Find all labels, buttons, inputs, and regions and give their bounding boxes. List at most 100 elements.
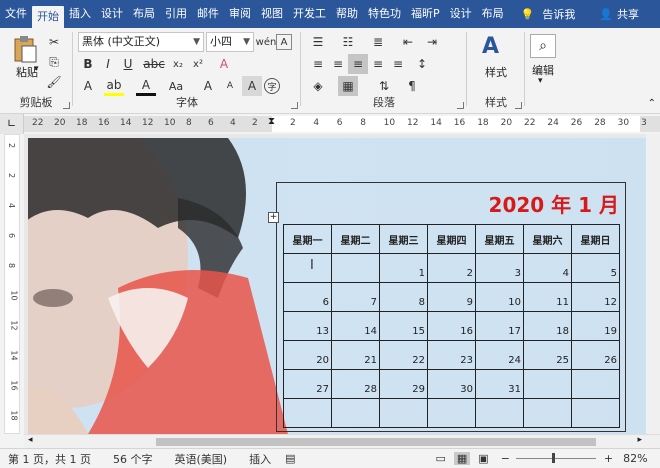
tab-11[interactable]: 特色功 [363,3,406,25]
multilevel-list-icon[interactable]: ≣ [368,32,388,52]
editing-button[interactable]: 编辑 [526,62,560,78]
calendar-day-cell[interactable] [475,398,524,428]
vertical-ruler[interactable]: 2 2 4 6 8 10 12 14 16 18 [4,134,20,434]
calendar-day-cell[interactable]: 3 [475,253,524,283]
calendar-day-cell[interactable]: 6 [283,282,332,312]
language[interactable]: 英语(美国) [174,451,227,467]
calendar-day-cell[interactable] [571,369,620,399]
vertical-scrollbar[interactable] [646,134,660,434]
weekday-header[interactable]: 星期一 [283,224,332,254]
page-count[interactable]: 第 1 页，共 1 页 [8,451,91,467]
tab-4[interactable]: 布局 [128,3,160,25]
font-launcher-icon[interactable] [291,102,298,109]
calendar-table[interactable]: 星期一 星期二 星期三 星期四 星期五 星期六 星期日 1 2 3 4 5 6 7 8 9 10 11 12 13 14… [283,224,620,428]
calendar-day-cell[interactable]: 15 [379,311,428,341]
calendar-day-cell[interactable]: 4 [523,253,572,283]
tab-6[interactable]: 邮件 [192,3,224,25]
tab-14[interactable]: 布局 [477,3,509,25]
weekday-header[interactable]: 星期六 [523,224,572,254]
align-right-icon[interactable]: ≡ [348,54,368,74]
paragraph-launcher-icon[interactable] [457,102,464,109]
insert-mode[interactable]: 插入 [249,451,271,467]
document-area[interactable]: 2020 年 1 月 星期一 星期二 星期三 星期四 星期五 星期六 星期日 1 2 3 4 5 6 7 8… [24,134,660,434]
calendar-day-cell[interactable]: 14 [331,311,380,341]
tab-3[interactable]: 设计 [96,3,128,25]
styles-icon[interactable]: A [482,34,499,59]
calendar-day-cell[interactable] [571,398,620,428]
zoom-slider[interactable] [515,453,596,463]
calendar-day-cell[interactable] [331,253,380,283]
calendar-day-cell[interactable] [427,398,476,428]
accessibility-icon[interactable]: ▤ [285,452,295,465]
strikethrough-icon[interactable]: abc [143,54,165,74]
calendar-day-cell[interactable]: 7 [331,282,380,312]
search-icon[interactable]: ⌕ [530,34,556,58]
character-shading-icon[interactable]: A [242,76,262,96]
shading-icon[interactable]: ◈ [308,76,328,96]
calendar-title[interactable]: 2020 年 1 月 [489,189,619,218]
calendar-day-cell[interactable]: 17 [475,311,524,341]
tab-selector[interactable]: ∟ [0,114,24,134]
lightbulb-icon[interactable]: 💡 [521,8,535,21]
justify-icon[interactable]: ≡ [368,54,388,74]
calendar-day-cell[interactable]: 5 [571,253,620,283]
sort-icon[interactable]: ⇅ [374,76,394,96]
line-spacing-icon[interactable]: ↕ [412,54,432,74]
styles-button[interactable]: 样式 [476,64,516,80]
share-button[interactable]: 共享 [617,6,639,22]
calendar-day-cell[interactable]: 29 [379,369,428,399]
calendar-day-cell[interactable]: 27 [283,369,332,399]
font-size-combo[interactable]: 小四 ▼ [206,32,254,52]
calendar-day-cell[interactable]: 10 [475,282,524,312]
subscript-icon[interactable]: x₂ [168,54,188,74]
tab-13[interactable]: 设计 [445,3,477,25]
calendar-day-cell[interactable]: 25 [523,340,572,370]
tab-2[interactable]: 插入 [64,3,96,25]
character-border-icon[interactable]: A [276,34,292,50]
zoom-in-icon[interactable]: + [604,452,613,465]
calendar-day-cell[interactable] [283,253,332,283]
zoom-out-icon[interactable]: − [501,452,510,465]
grow-font-icon[interactable]: A [198,76,218,96]
superscript-icon[interactable]: x² [188,54,208,74]
tab-0[interactable]: 文件 [0,3,32,25]
borders-icon[interactable]: ▦ [338,76,358,96]
indent-marker-icon[interactable]: ⧗ [268,116,275,127]
phonetic-guide-icon[interactable]: wén [256,32,277,52]
word-count[interactable]: 56 个字 [113,451,153,467]
calendar-day-cell[interactable] [523,398,572,428]
calendar-frame[interactable]: 2020 年 1 月 星期一 星期二 星期三 星期四 星期五 星期六 星期日 1 2 3 4 5 6 7 8… [276,182,626,432]
horizontal-scroll-thumb[interactable] [156,438,596,446]
calendar-day-cell[interactable]: 24 [475,340,524,370]
page[interactable]: 2020 年 1 月 星期一 星期二 星期三 星期四 星期五 星期六 星期日 1 2 3 4 5 6 7 8… [28,138,660,434]
calendar-day-cell[interactable]: 11 [523,282,572,312]
copy-icon[interactable]: ⎘ [44,52,64,72]
increase-indent-icon[interactable]: ⇥ [422,32,442,52]
chevron-down-icon[interactable]: ▾ [538,76,543,86]
decrease-indent-icon[interactable]: ⇤ [398,32,418,52]
calendar-day-cell[interactable]: 20 [283,340,332,370]
shrink-font-icon[interactable]: A [220,76,240,96]
read-mode-icon[interactable]: ▭ [435,452,445,465]
distributed-icon[interactable]: ≡ [388,54,408,74]
tab-8[interactable]: 视图 [256,3,288,25]
calendar-day-cell[interactable]: 8 [379,282,428,312]
calendar-day-cell[interactable]: 1 [379,253,428,283]
table-move-handle-icon[interactable]: + [268,212,279,223]
calendar-day-cell[interactable]: 23 [427,340,476,370]
text-effects-icon[interactable]: A [78,76,98,96]
tab-7[interactable]: 审阅 [224,3,256,25]
calendar-day-cell[interactable]: 13 [283,311,332,341]
clear-formatting-icon[interactable]: A [214,54,234,74]
tell-me-button[interactable]: 告诉我 [542,6,575,22]
horizontal-ruler[interactable]: 22 20 18 16 14 12 10 8 6 4 2 2 4 6 8 10 12 14 16 18 20 22 24 26… [24,116,660,132]
calendar-day-cell[interactable]: 9 [427,282,476,312]
tab-5[interactable]: 引用 [160,3,192,25]
calendar-day-cell[interactable]: 26 [571,340,620,370]
calendar-day-cell[interactable]: 12 [571,282,620,312]
user-icon[interactable]: 👤 [599,8,613,21]
weekday-header[interactable]: 星期三 [379,224,428,254]
calendar-day-cell[interactable]: 31 [475,369,524,399]
font-color-icon[interactable]: A [136,76,156,96]
underline-icon[interactable]: U [118,54,138,74]
